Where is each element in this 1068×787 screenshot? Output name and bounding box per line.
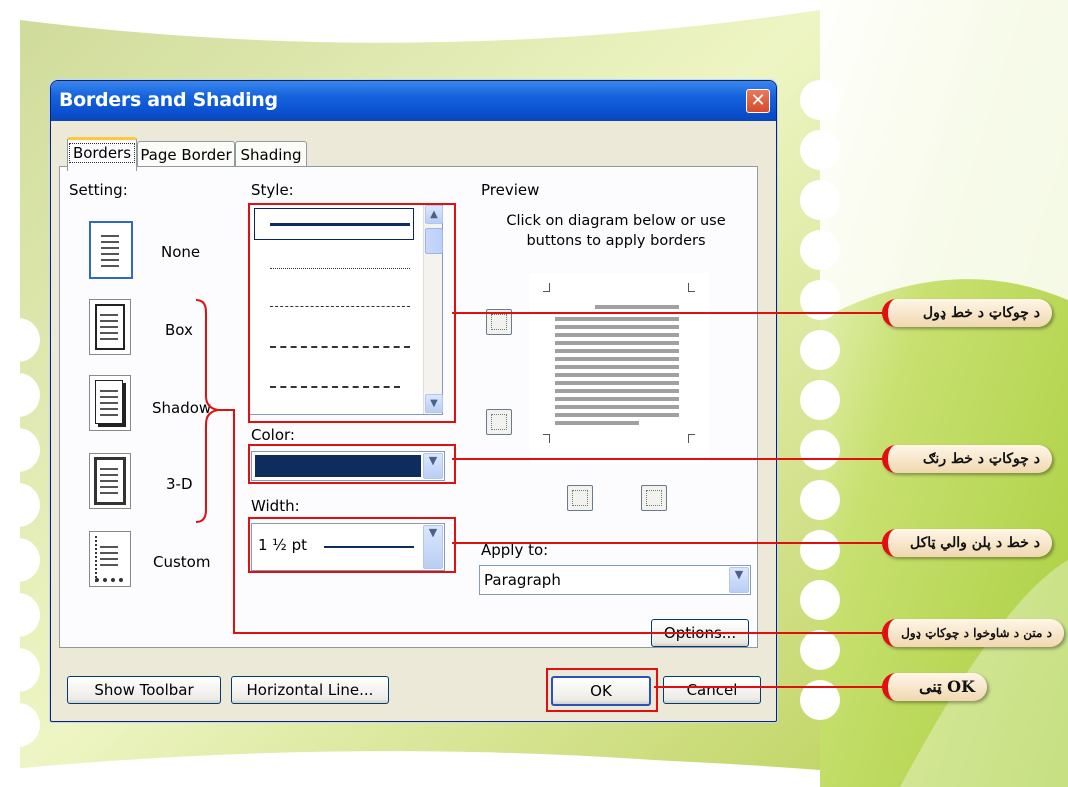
setting-box-icon[interactable] <box>89 299 131 355</box>
cancel-button[interactable]: Cancel <box>663 676 761 704</box>
apply-to-dropdown[interactable]: Paragraph ▼ <box>479 565 751 595</box>
setting-none-label[interactable]: None <box>161 243 200 261</box>
width-highlight-box <box>248 517 456 573</box>
width-label: Width: <box>251 497 300 515</box>
ok-highlight-box <box>546 668 658 712</box>
callout-color: د چوکاټ د خط رنګ <box>882 445 1052 473</box>
style-label: Style: <box>251 181 294 199</box>
setting-shadow-label[interactable]: Shadow <box>152 399 211 417</box>
right-border-button[interactable] <box>641 485 667 511</box>
horizontal-line-button[interactable]: Horizontal Line... <box>231 676 389 704</box>
close-icon[interactable]: ✕ <box>746 89 770 113</box>
preview-diagram[interactable] <box>529 273 709 463</box>
top-border-button[interactable] <box>486 309 512 335</box>
setting-none-icon[interactable] <box>89 221 133 279</box>
apply-to-value: Paragraph <box>484 571 561 589</box>
color-label: Color: <box>251 426 295 444</box>
setting-shadow-icon[interactable] <box>89 375 131 431</box>
setting-custom-label[interactable]: Custom <box>153 553 210 571</box>
inside-border-button[interactable] <box>486 409 512 435</box>
callout-width: د خط د پلن والي ټاکل <box>882 529 1052 557</box>
setting-3d-label[interactable]: 3-D <box>166 475 193 493</box>
left-border-button[interactable] <box>567 485 593 511</box>
preview-label: Preview <box>481 181 540 199</box>
tab-borders[interactable]: Borders <box>67 137 137 171</box>
callout-ok: OK ټنی <box>882 673 987 701</box>
chevron-down-icon[interactable]: ▼ <box>729 567 749 593</box>
callout-style: د چوکاټ د خط ډول <box>882 299 1052 327</box>
tab-page-border[interactable]: Page Border <box>137 141 235 168</box>
preview-instruction-1: Click on diagram below or use <box>506 213 726 229</box>
style-highlight-box <box>248 203 456 423</box>
setting-label: Setting: <box>69 181 128 199</box>
setting-custom-icon[interactable] <box>89 531 131 587</box>
preview-instruction-2: buttons to apply borders <box>526 233 706 249</box>
dialog-title: Borders and Shading <box>59 89 278 111</box>
show-toolbar-button[interactable]: Show Toolbar <box>67 676 221 704</box>
options-button[interactable]: Options... <box>651 619 749 647</box>
apply-to-label: Apply to: <box>481 541 549 559</box>
title-bar[interactable]: Borders and Shading ✕ <box>51 81 776 121</box>
callout-setting: د متن د شاوخوا د چوکاټ ډول <box>882 619 1064 647</box>
setting-3d-icon[interactable] <box>89 453 131 509</box>
tab-shading[interactable]: Shading <box>235 141 307 168</box>
setting-box-label[interactable]: Box <box>165 321 193 339</box>
color-highlight-box <box>248 444 456 484</box>
